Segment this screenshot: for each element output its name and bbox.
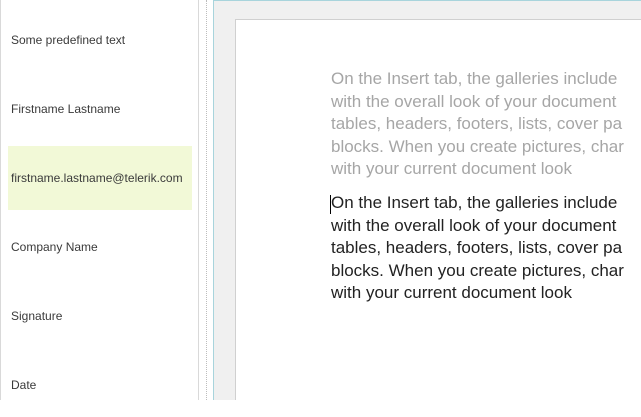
- field-item-signature[interactable]: Signature: [8, 284, 192, 348]
- body-line: with the overall look of your document: [331, 215, 617, 235]
- field-item-predefined-text[interactable]: Some predefined text: [8, 8, 192, 72]
- watermark-line: with the overall look of your document: [331, 91, 617, 111]
- field-item-name[interactable]: Firstname Lastname: [8, 77, 192, 141]
- document-editor[interactable]: On the Insert tab, the galleries include…: [213, 0, 641, 400]
- watermark-line: blocks. When you create pictures, char: [331, 136, 624, 156]
- field-item-date[interactable]: Date: [8, 353, 192, 417]
- body-paragraph[interactable]: On the Insert tab, the galleries include…: [331, 192, 641, 305]
- document-page[interactable]: On the Insert tab, the galleries include…: [235, 19, 641, 400]
- fields-panel: Some predefined text Firstname Lastname …: [0, 0, 199, 400]
- field-item-company-name[interactable]: Company Name: [8, 215, 192, 279]
- field-item-label: Company Name: [11, 240, 98, 254]
- body-line: tables, headers, footers, lists, cover p…: [331, 238, 623, 257]
- body-line: On the Insert tab, the galleries include: [331, 193, 618, 212]
- field-item-label: Date: [11, 378, 37, 392]
- field-item-label: Firstname Lastname: [11, 102, 121, 116]
- watermark-line: On the Insert tab, the galleries include: [331, 69, 618, 88]
- field-item-label: Signature: [11, 309, 63, 323]
- body-line: blocks. When you create pictures, char: [331, 260, 624, 280]
- field-item-email[interactable]: firstname.lastname@telerik.com: [8, 146, 192, 210]
- watermark-line: tables, headers, footers, lists, cover p…: [331, 114, 623, 133]
- watermark-line: with your current document look: [331, 159, 572, 178]
- field-item-label: firstname.lastname@telerik.com: [11, 171, 183, 185]
- watermark-paragraph: On the Insert tab, the galleries include…: [331, 68, 641, 181]
- panel-splitter[interactable]: [206, 0, 207, 400]
- body-line: with your current document look: [331, 283, 572, 302]
- field-item-label: Some predefined text: [11, 33, 126, 47]
